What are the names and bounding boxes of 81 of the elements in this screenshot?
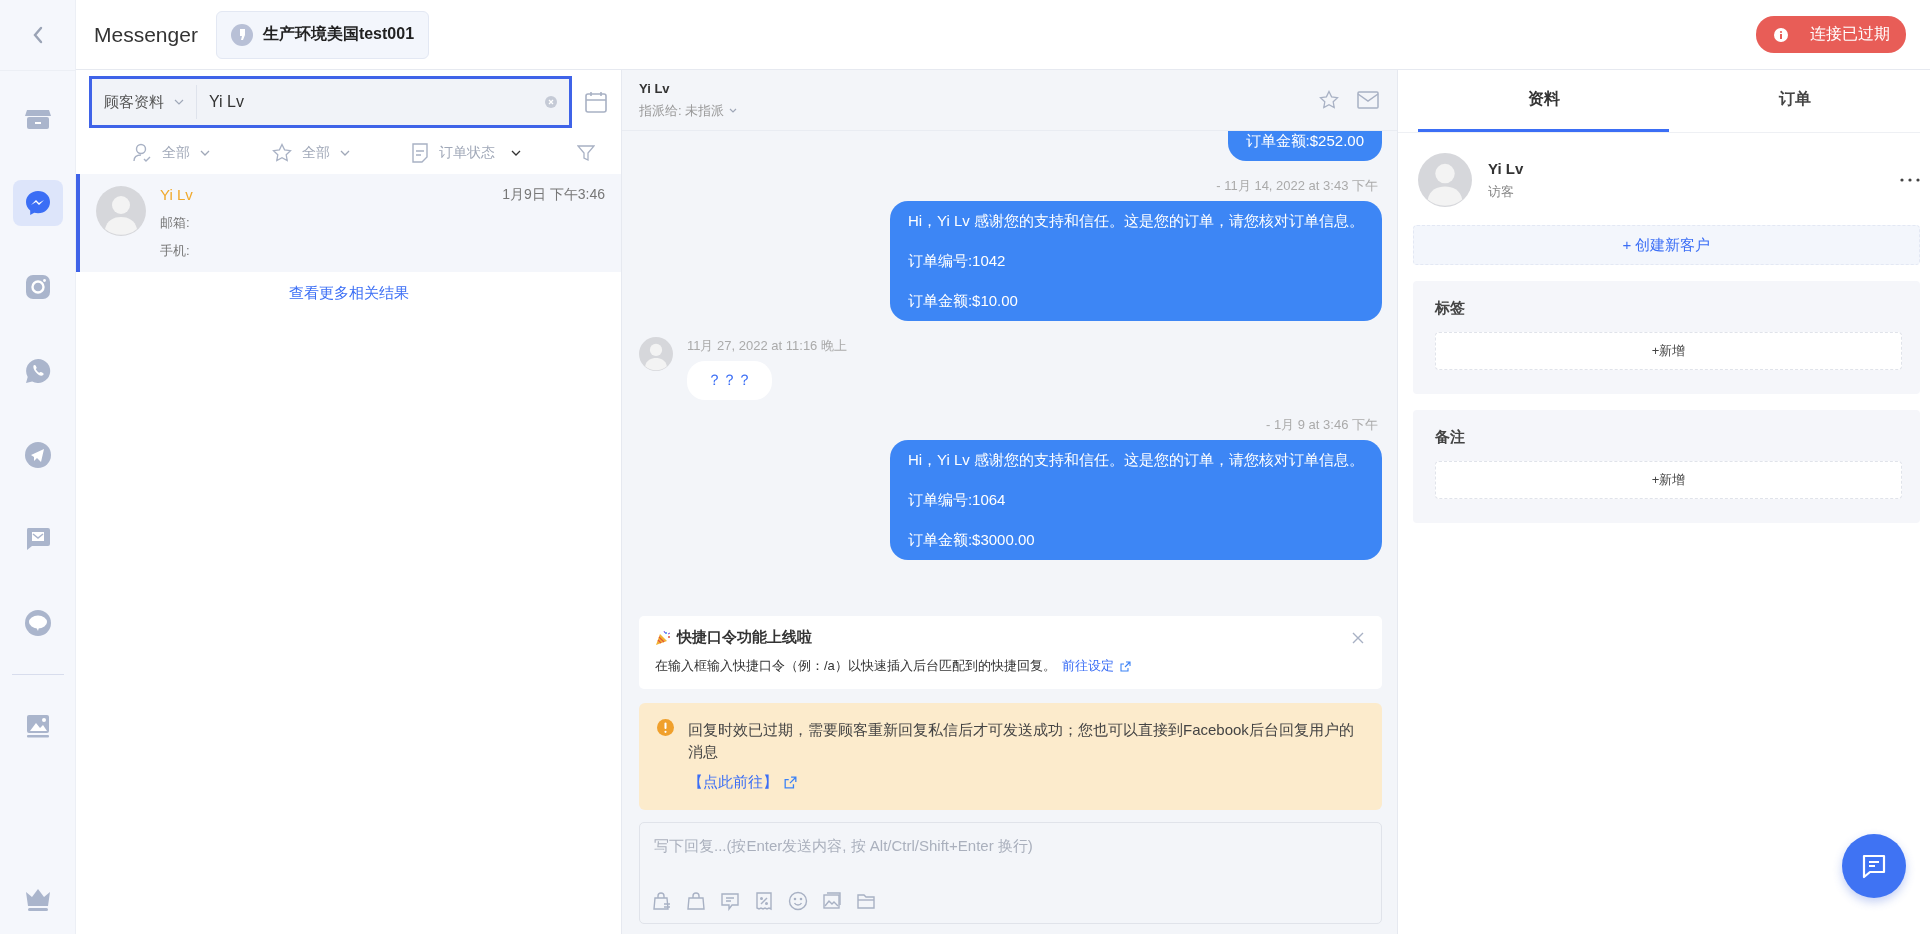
more-icon[interactable] [1900, 178, 1920, 182]
filter-icon[interactable] [576, 144, 595, 162]
search-field[interactable]: 顾客资料 Yi Lv [89, 76, 572, 128]
party-popper-icon [655, 629, 671, 646]
shop-tab[interactable]: 生产环境美国test001 [215, 10, 430, 59]
info-icon [1774, 27, 1788, 42]
timestamp: 1月9日 下午3:46 [502, 186, 605, 204]
filter-dropdown[interactable]: 全部 [126, 142, 216, 164]
external-link-icon [1119, 660, 1131, 672]
add-button[interactable]: +新增 [1435, 332, 1902, 370]
paper-plane-icon [22, 440, 53, 470]
shop-name: 生产环境美国test001 [262, 24, 415, 44]
message-icon [1860, 852, 1888, 880]
chevron-down-icon [200, 150, 210, 156]
document-icon [411, 143, 430, 163]
message-line: ？？？ [707, 371, 752, 390]
message-line: Hi，Yi Lv 感谢您的支持和信任。这是您的订单，请您核对订单信息。 [907, 211, 1364, 231]
message-time: - 1月 9 at 3:46 下午 [1266, 416, 1379, 434]
panel-tab[interactable]: 订单 [1669, 70, 1920, 132]
create-customer-button[interactable]: + 创建新客户 [1413, 225, 1920, 265]
customer-name: Yi Lv [1488, 159, 1524, 177]
message-time: - 11月 14, 2022 at 3:43 下午 [1216, 177, 1379, 195]
conversation-item[interactable]: Yi Lv 1月9日 下午3:46 邮箱: 手机: [76, 174, 621, 272]
reply-box[interactable]: 写下回复...(按Enter发送内容, 按 Alt/Ctrl/Shift+Enter 换行) [639, 822, 1382, 924]
image-icon[interactable] [822, 891, 842, 911]
message-line: 订单金额:$10.00 [907, 291, 1019, 311]
message-line: 订单金额:$252.00 [1245, 131, 1364, 151]
status-text: 连接已过期 [1810, 24, 1890, 44]
flag-icon [230, 23, 253, 46]
assign-dropdown[interactable]: 指派给: 未指派 [639, 101, 738, 120]
star-icon[interactable] [1319, 90, 1339, 110]
warning-text: 回复时效已过期，需要顾客重新回复私信后才可发送成功；您也可以直接到Facebook后台回复用户的消息 [688, 720, 1355, 762]
warning-icon [657, 719, 674, 736]
note-icon[interactable] [720, 891, 740, 911]
smiley-icon[interactable] [788, 891, 808, 911]
reply-field[interactable]: 写下回复...(按Enter发送内容, 按 Alt/Ctrl/Shift+Enter 换行) [652, 835, 1369, 891]
more-results-link[interactable]: 查看更多相关结果 [288, 284, 409, 303]
coupon-icon[interactable] [754, 891, 774, 911]
contact-field: 手机: [160, 242, 605, 260]
chevron-down-icon [511, 150, 522, 156]
message-time: 11月 27, 2022 at 11:16 晚上 [687, 337, 848, 355]
add-button[interactable]: +新增 [1435, 461, 1902, 499]
customer-role: 访客 [1488, 182, 1515, 201]
message-line: 订单金额:$3000.00 [907, 530, 1036, 550]
close-icon[interactable] [1352, 631, 1364, 644]
contact-name: Yi Lv [160, 186, 193, 204]
filter-dropdown[interactable]: 全部 [265, 142, 356, 164]
calendar-icon[interactable] [584, 90, 608, 114]
scope-dropdown[interactable]: 顾客资料 [92, 85, 197, 119]
person-check-icon [132, 143, 152, 163]
contact-field: 邮箱: [160, 214, 605, 232]
filter-dropdown[interactable]: 订单状态 [405, 142, 528, 164]
chevron-down-icon [729, 108, 738, 113]
avatar-icon [1418, 153, 1472, 207]
external-link-icon [784, 776, 797, 789]
star-icon [271, 143, 292, 163]
message-line: Hi，Yi Lv 感谢您的支持和信任。这是您的订单，请您核对订单信息。 [907, 450, 1364, 470]
chevron-down-icon [174, 99, 184, 105]
panel-tab[interactable]: 资料 [1418, 70, 1669, 132]
app-title: Messenger [94, 22, 198, 47]
facebook-link[interactable]: 【点此前往】 [688, 773, 778, 792]
settings-link[interactable]: 前往设定 [1061, 657, 1114, 675]
section-title: 标签 [1435, 299, 1466, 318]
bag-icon[interactable] [686, 891, 706, 911]
message-line: 订单编号:1042 [907, 251, 1007, 271]
chat-bubble-icon [22, 608, 53, 638]
notice-text: 在输入框输入快捷口令（例：/a）以快速插入后台匹配到的快捷回复。 [655, 657, 1056, 675]
folder-icon[interactable] [856, 891, 876, 911]
clear-icon[interactable] [545, 96, 557, 108]
chat-support-button[interactable] [1842, 834, 1906, 898]
section-title: 备注 [1435, 428, 1466, 447]
avatar-icon [96, 186, 146, 236]
shop-bag-icon[interactable] [652, 891, 672, 911]
notice-title: 快捷口令功能上线啦 [677, 628, 812, 647]
chevron-down-icon [339, 150, 350, 156]
channel-tab[interactable] [12, 180, 63, 226]
avatar-icon [639, 337, 673, 371]
back-icon[interactable] [31, 26, 44, 44]
chat-contact-name: Yi Lv [639, 80, 671, 96]
message-line: 订单编号:1064 [907, 490, 1007, 510]
mail-icon[interactable] [1357, 91, 1379, 109]
